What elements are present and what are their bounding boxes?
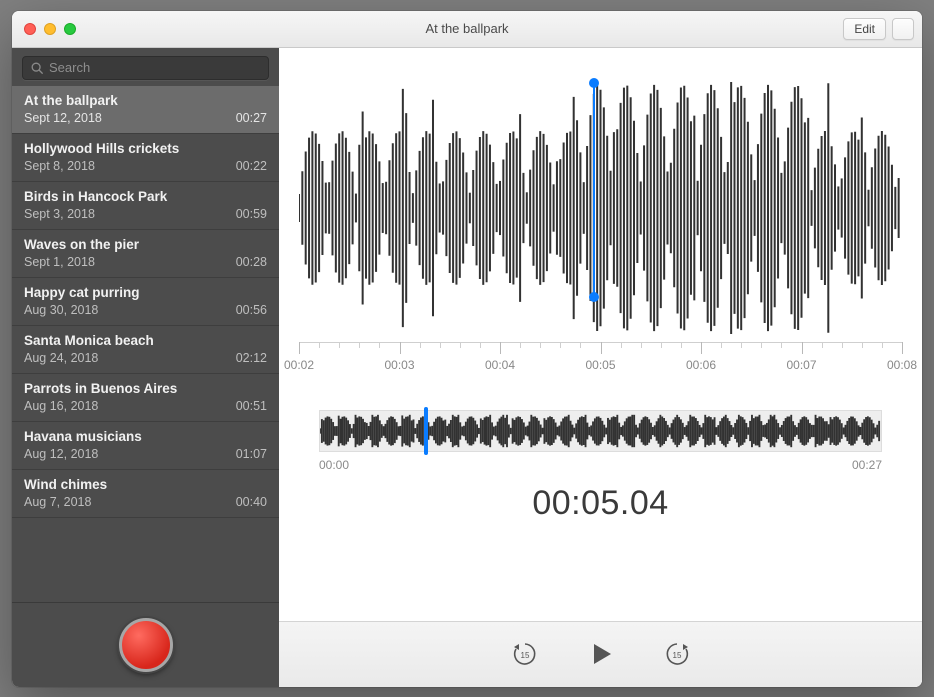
sidebar-footer xyxy=(12,602,279,687)
ruler-tick-label: 00:04 xyxy=(485,358,515,372)
recording-name: Parrots in Buenos Aires xyxy=(24,381,267,396)
recording-name: Wind chimes xyxy=(24,477,267,492)
minimize-icon[interactable] xyxy=(44,23,56,35)
search-input[interactable] xyxy=(22,56,269,80)
recordings-list: At the ballpark Sept 12, 2018 00:27 Hollywo… xyxy=(12,86,279,602)
recording-name: Havana musicians xyxy=(24,429,267,444)
edit-button[interactable]: Edit xyxy=(843,18,886,40)
zoom-icon[interactable] xyxy=(64,23,76,35)
close-icon[interactable] xyxy=(24,23,36,35)
recording-name: Happy cat purring xyxy=(24,285,267,300)
recording-date: Aug 7, 2018 xyxy=(24,495,91,509)
list-item[interactable]: Parrots in Buenos Aires Aug 16, 2018 00:51 xyxy=(12,374,279,422)
recording-date: Sept 1, 2018 xyxy=(24,255,95,269)
list-item[interactable]: Havana musicians Aug 12, 2018 01:07 xyxy=(12,422,279,470)
list-item[interactable]: Hollywood Hills crickets Sept 8, 2018 00:2… xyxy=(12,134,279,182)
titlebar: At the ballpark Edit xyxy=(12,11,922,48)
recording-date: Sept 3, 2018 xyxy=(24,207,95,221)
recording-duration: 00:51 xyxy=(236,399,267,413)
recording-duration: 00:40 xyxy=(236,495,267,509)
overview-playhead[interactable] xyxy=(424,407,428,455)
svg-text:15: 15 xyxy=(520,651,529,660)
recording-name: Santa Monica beach xyxy=(24,333,267,348)
list-item[interactable]: Birds in Hancock Park Sept 3, 2018 00:59 xyxy=(12,182,279,230)
recording-name: Birds in Hancock Park xyxy=(24,189,267,204)
app-window: At the ballpark Edit At the ballpark Sept… xyxy=(12,11,922,687)
skip-forward-15-button[interactable]: 15 xyxy=(659,636,695,672)
time-ruler: 00:0200:0300:0400:0500:0600:0700:08 xyxy=(299,342,902,380)
ruler-tick-label: 00:06 xyxy=(686,358,716,372)
share-button[interactable] xyxy=(892,18,914,40)
current-time: 00:05.04 xyxy=(299,484,902,523)
recording-duration: 00:56 xyxy=(236,303,267,317)
ruler-tick-label: 00:07 xyxy=(786,358,816,372)
recording-duration: 00:59 xyxy=(236,207,267,221)
list-item[interactable]: At the ballpark Sept 12, 2018 00:27 xyxy=(12,86,279,134)
recording-date: Sept 12, 2018 xyxy=(24,111,102,125)
recording-date: Aug 24, 2018 xyxy=(24,351,98,365)
playback-controls: 15 15 xyxy=(279,621,922,687)
detail-pane: 00:02 00:03 00:04 00:05 00:06 00:07 00:08 00:0… xyxy=(279,48,922,687)
sidebar: At the ballpark Sept 12, 2018 00:27 Hollywo… xyxy=(12,48,279,687)
list-item[interactable]: Happy cat purring Aug 30, 2018 00:56 xyxy=(12,278,279,326)
ruler-tick-label: 00:03 xyxy=(384,358,414,372)
recording-date: Aug 30, 2018 xyxy=(24,303,98,317)
recording-duration: 01:07 xyxy=(236,447,267,461)
play-icon xyxy=(587,640,615,668)
svg-text:15: 15 xyxy=(672,651,681,660)
recording-date: Aug 16, 2018 xyxy=(24,399,98,413)
window-title: At the ballpark xyxy=(12,21,922,36)
ruler-tick-label: 00:08 xyxy=(887,358,917,372)
list-item[interactable]: Waves on the pier Sept 1, 2018 00:28 xyxy=(12,230,279,278)
skip-back-icon: 15 xyxy=(510,639,540,669)
overview-start-time: 00:00 xyxy=(319,458,349,472)
list-item[interactable]: Wind chimes Aug 7, 2018 00:40 xyxy=(12,470,279,518)
skip-forward-icon: 15 xyxy=(662,639,692,669)
skip-back-15-button[interactable]: 15 xyxy=(507,636,543,672)
playhead[interactable] xyxy=(593,84,595,296)
recording-name: Waves on the pier xyxy=(24,237,267,252)
waveform-zoomed[interactable] xyxy=(299,78,902,338)
recording-duration: 00:28 xyxy=(236,255,267,269)
ruler-tick-label: 00:05 xyxy=(585,358,615,372)
recording-name: At the ballpark xyxy=(24,93,267,108)
overview-end-time: 00:27 xyxy=(852,458,882,472)
waveform-overview[interactable] xyxy=(319,410,882,452)
recording-duration: 00:27 xyxy=(236,111,267,125)
recording-name: Hollywood Hills crickets xyxy=(24,141,267,156)
recording-date: Aug 12, 2018 xyxy=(24,447,98,461)
recording-duration: 02:12 xyxy=(236,351,267,365)
list-item[interactable]: Santa Monica beach Aug 24, 2018 02:12 xyxy=(12,326,279,374)
recording-date: Sept 8, 2018 xyxy=(24,159,95,173)
play-button[interactable] xyxy=(583,636,619,672)
ruler-tick-label: 00:02 xyxy=(284,358,314,372)
record-button[interactable] xyxy=(119,618,173,672)
recording-duration: 00:22 xyxy=(236,159,267,173)
window-controls xyxy=(12,23,76,35)
